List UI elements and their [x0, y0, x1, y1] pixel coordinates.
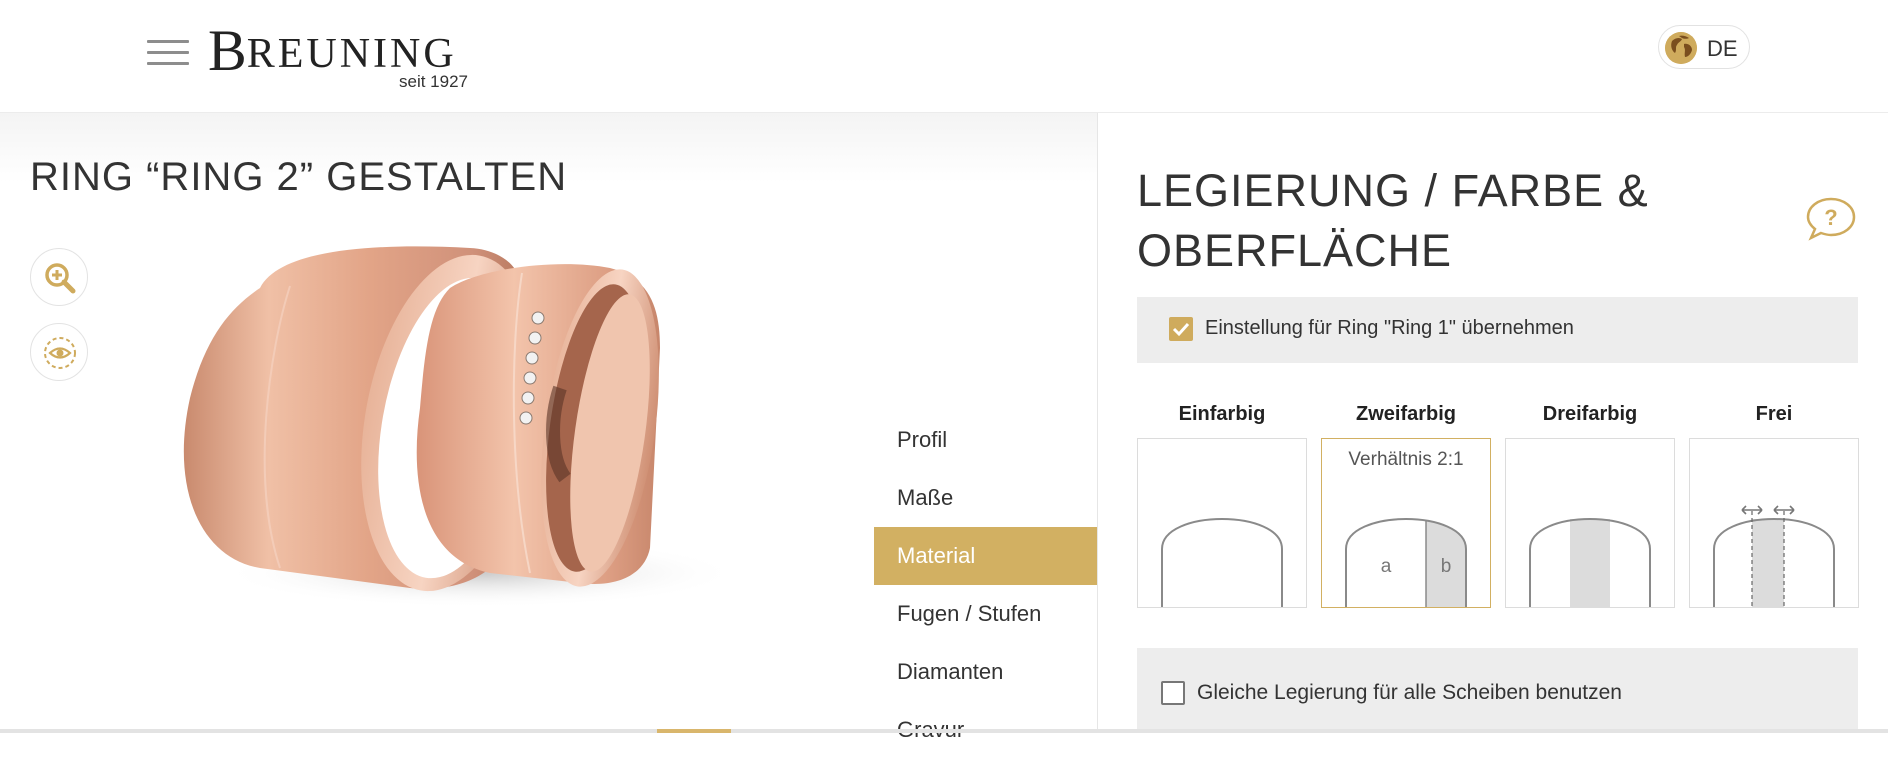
language-switcher[interactable]: DE	[1658, 25, 1750, 69]
three-color-profile-icon	[1529, 518, 1651, 607]
help-button[interactable]: ?	[1805, 195, 1857, 243]
step-diamanten[interactable]: Diamanten	[874, 643, 1124, 701]
options-panel: LEGIERUNG / FARBE & OBERFLÄCHE ? Einstel…	[1098, 113, 1888, 733]
ring-preview-area: RING “RING 2” GESTALTEN Profil Maße Mate…	[0, 113, 1132, 742]
option-dreifarbig[interactable]	[1505, 438, 1675, 608]
brand-tagline: seit 1927	[399, 72, 468, 91]
section-title: LEGIERUNG / FARBE & OBERFLÄCHE	[1137, 165, 1649, 276]
svg-text:?: ?	[1824, 205, 1837, 230]
question-bubble-icon: ?	[1806, 197, 1856, 241]
eye-icon	[44, 337, 76, 369]
two-color-profile-icon: a b	[1345, 518, 1467, 607]
brand-logo[interactable]: BREUNING seit 1927	[208, 10, 468, 94]
take-setting-label: Einstellung für Ring "Ring 1" übernehmen	[1205, 317, 1574, 339]
take-setting-row[interactable]: Einstellung für Ring "Ring 1" übernehmen	[1137, 297, 1858, 363]
step-masse[interactable]: Maße	[874, 469, 1124, 527]
step-material[interactable]: Material	[874, 527, 1132, 585]
single-color-profile-icon	[1161, 518, 1283, 607]
zoom-button[interactable]	[30, 248, 88, 306]
option-einfarbig[interactable]	[1137, 438, 1307, 608]
option-label-dreifarbig: Dreifarbig	[1542, 403, 1638, 425]
option-label-einfarbig: Einfarbig	[1178, 403, 1266, 425]
option-label-frei: Frei	[1755, 403, 1793, 425]
checkmark-icon	[1172, 322, 1190, 337]
step-fugen-stufen[interactable]: Fugen / Stufen	[874, 585, 1124, 643]
free-profile-icon	[1713, 505, 1835, 607]
configurator-step-nav: Profil Maße Material Fugen / Stufen Diam…	[874, 411, 1132, 759]
view-button[interactable]	[30, 323, 88, 381]
same-alloy-checkbox[interactable]	[1161, 681, 1185, 705]
site-header: BREUNING seit 1927 DE	[0, 0, 1888, 113]
option-zweifarbig[interactable]: Verhältnis 2:1 a b	[1321, 438, 1491, 608]
option-frei[interactable]	[1689, 438, 1859, 608]
bottom-scroll-indicator[interactable]	[657, 729, 731, 733]
same-alloy-row[interactable]: Gleiche Legierung für alle Scheiben benu…	[1137, 648, 1858, 733]
step-profil[interactable]: Profil	[874, 411, 1124, 469]
same-alloy-label: Gleiche Legierung für alle Scheiben benu…	[1197, 681, 1622, 704]
page-title: RING “RING 2” GESTALTEN	[30, 155, 568, 199]
part-a-label: a	[1381, 556, 1392, 577]
ring-preview-image	[183, 246, 740, 608]
globe-icon	[1665, 32, 1697, 64]
zoom-in-icon	[45, 263, 76, 294]
hamburger-menu-icon[interactable]	[147, 38, 189, 68]
option-label-zweifarbig: Zweifarbig	[1355, 403, 1456, 425]
part-b-label: b	[1441, 556, 1452, 577]
language-label: DE	[1707, 36, 1738, 61]
brand-wordmark: BREUNING	[208, 18, 457, 83]
bottom-scroll-track	[0, 729, 1888, 733]
take-setting-checkbox[interactable]	[1169, 317, 1193, 341]
